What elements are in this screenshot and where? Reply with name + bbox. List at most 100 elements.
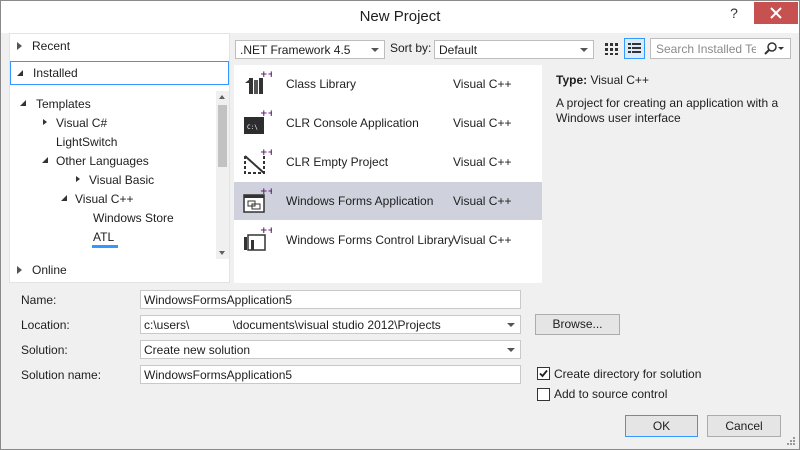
nav-online[interactable]: Online	[10, 260, 229, 282]
template-language: Visual C++	[453, 194, 512, 208]
template-type: Type: Visual C++	[556, 73, 649, 87]
tree-item-label: LightSwitch	[56, 135, 118, 149]
empty-project-icon: ++	[244, 148, 272, 174]
template-description: A project for creating an application wi…	[556, 96, 779, 125]
solution-label: Solution:	[21, 343, 68, 357]
grid-view-button[interactable]	[601, 38, 622, 59]
svg-text:++: ++	[260, 226, 272, 236]
tree-item-label: Visual Basic	[89, 173, 155, 187]
console-app-icon: C:\ ++	[244, 109, 272, 134]
scroll-down-icon[interactable]	[219, 251, 225, 255]
template-language: Visual C++	[453, 77, 512, 91]
resize-grip-icon[interactable]	[786, 436, 796, 446]
location-field[interactable]: c:\users\ \documents\visual studio 2012\…	[140, 315, 521, 334]
scroll-up-icon[interactable]	[219, 95, 225, 99]
nav-installed[interactable]: Installed	[10, 61, 229, 85]
template-list: ++ Class Library Visual C++ C:\ ++ CLR C…	[234, 65, 542, 283]
template-details: Type: Visual C++ A project for creating …	[545, 65, 793, 283]
tree-item-label: Other Languages	[56, 154, 149, 168]
tree-item-label: Windows Store	[93, 211, 174, 225]
close-icon	[770, 7, 782, 19]
source-control-label[interactable]: Add to source control	[554, 387, 667, 401]
template-item-clr-empty[interactable]: ++ CLR Empty Project Visual C++	[234, 143, 542, 181]
forms-app-icon: ++	[243, 187, 272, 213]
collapsed-arrow-icon	[17, 42, 22, 50]
template-item-windows-forms-app[interactable]: ++ Windows Forms Application Visual C++	[234, 182, 542, 220]
type-label: Type:	[556, 73, 588, 87]
svg-text:++: ++	[260, 187, 272, 197]
selection-indicator	[92, 245, 118, 248]
solution-name-field[interactable]: WindowsFormsApplication5	[140, 365, 521, 384]
nav-recent-label: Recent	[32, 39, 71, 53]
search-installed-input[interactable]: Search Installed Te	[650, 38, 791, 59]
chevron-down-icon	[507, 348, 515, 352]
template-item-clr-console[interactable]: C:\ ++ CLR Console Application Visual C+…	[234, 104, 542, 142]
tree-item-label: ATL	[93, 230, 115, 244]
name-value: WindowsFormsApplication5	[144, 293, 293, 307]
collapsed-arrow-icon	[43, 119, 47, 125]
create-directory-label[interactable]: Create directory for solution	[554, 367, 701, 381]
expanded-arrow-icon	[61, 195, 67, 201]
collapsed-arrow-icon	[17, 266, 22, 274]
sort-label: Sort by:	[390, 41, 432, 55]
expanded-arrow-icon	[17, 70, 23, 76]
template-navigation: Recent Installed Templates Visual C# Lig…	[9, 33, 230, 283]
chevron-down-icon[interactable]	[507, 323, 515, 327]
nav-online-label: Online	[32, 263, 67, 277]
title-bar: New Project ?	[1, 1, 799, 33]
template-language: Visual C++	[453, 116, 512, 130]
chevron-down-icon	[580, 48, 588, 52]
framework-value: .NET Framework 4.5	[240, 43, 351, 57]
template-item-windows-forms-control-library[interactable]: ++ Windows Forms Control Library Visual …	[234, 221, 542, 259]
create-directory-checkbox[interactable]	[537, 367, 550, 380]
list-view-icon	[628, 43, 641, 53]
dialog-title: New Project	[359, 8, 441, 25]
tree-scrollbar[interactable]	[216, 91, 229, 259]
svg-text:++: ++	[260, 70, 272, 80]
sort-dropdown[interactable]: Default	[434, 40, 594, 59]
template-language: Visual C++	[453, 233, 512, 247]
template-name: Windows Forms Application	[286, 194, 434, 208]
chevron-down-icon	[371, 48, 379, 52]
location-label: Location:	[21, 318, 70, 332]
location-value: c:\users\ \documents\visual studio 2012\…	[144, 318, 441, 332]
template-language: Visual C++	[453, 155, 512, 169]
ok-button[interactable]: OK	[625, 415, 698, 437]
help-button[interactable]: ?	[724, 5, 744, 27]
template-item-class-library[interactable]: ++ Class Library Visual C++	[234, 65, 542, 103]
list-view-button[interactable]	[624, 38, 645, 59]
nav-recent[interactable]: Recent	[10, 36, 229, 58]
grid-view-icon	[605, 43, 618, 55]
tree-item-label: Visual C++	[75, 192, 134, 206]
expanded-arrow-icon	[20, 100, 26, 106]
search-placeholder: Search Installed Te	[656, 42, 756, 56]
expanded-arrow-icon	[42, 157, 48, 163]
framework-dropdown[interactable]: .NET Framework 4.5	[235, 40, 385, 59]
source-control-checkbox[interactable]	[537, 388, 550, 401]
type-value: Visual C++	[590, 73, 649, 87]
collapsed-arrow-icon	[76, 176, 80, 182]
close-button[interactable]	[754, 2, 798, 24]
checkmark-icon	[539, 369, 548, 378]
template-name: Windows Forms Control Library	[286, 233, 455, 247]
forms-control-library-icon: ++	[244, 226, 272, 251]
solution-dropdown[interactable]: Create new solution	[140, 340, 521, 359]
class-library-icon: ++	[245, 70, 272, 94]
template-name: CLR Empty Project	[286, 155, 389, 169]
tree-item-label: Visual C#	[56, 116, 108, 130]
cancel-button[interactable]: Cancel	[707, 415, 781, 437]
tree-item-label: Templates	[36, 97, 91, 111]
solution-name-label: Solution name:	[21, 368, 102, 382]
new-project-dialog: New Project ? Recent Installed Templates…	[0, 0, 800, 450]
search-icon[interactable]	[763, 42, 785, 59]
name-label: Name:	[21, 293, 57, 307]
solution-value: Create new solution	[144, 343, 251, 357]
nav-installed-label: Installed	[33, 66, 78, 80]
svg-text:++: ++	[260, 148, 272, 158]
template-name: CLR Console Application	[286, 116, 419, 130]
svg-text:++: ++	[260, 109, 272, 119]
template-name: Class Library	[286, 77, 357, 91]
name-field[interactable]: WindowsFormsApplication5	[140, 290, 521, 309]
scroll-thumb[interactable]	[218, 105, 227, 167]
browse-button[interactable]: Browse...	[535, 314, 620, 335]
